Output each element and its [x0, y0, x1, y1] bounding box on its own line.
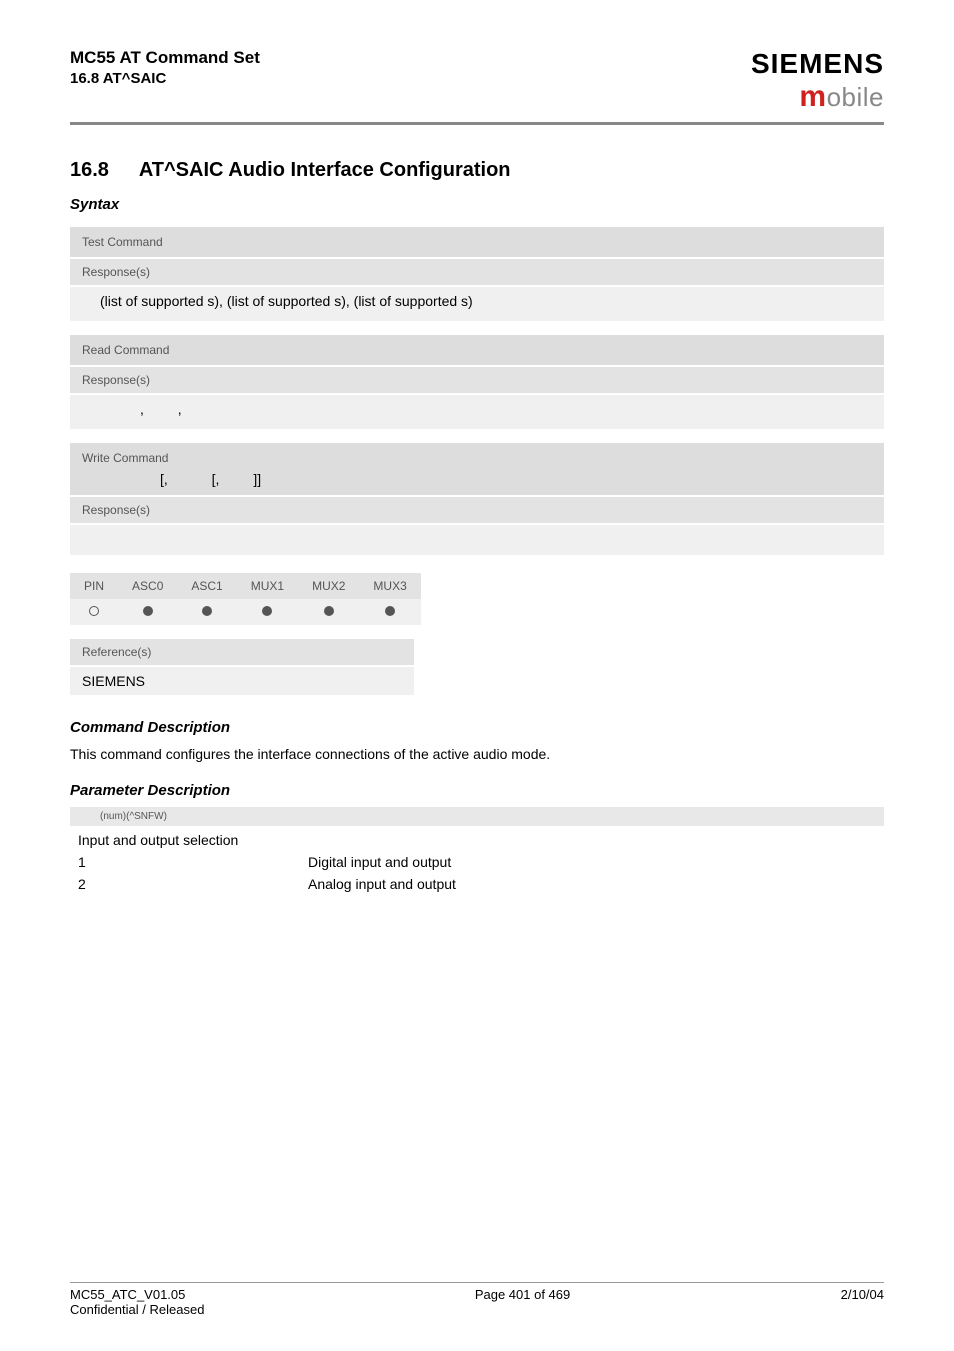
write-command-block: Write Command [, [, ]] Response(s): [70, 443, 884, 555]
support-col-asc1: ASC1: [177, 573, 236, 599]
parameter-bar: (num)(^SNFW): [70, 807, 884, 826]
support-col-mux2: MUX2: [298, 573, 359, 599]
reference-body: SIEMENS: [70, 667, 414, 695]
support-col-asc0: ASC0: [118, 573, 177, 599]
header-left: MC55 AT Command Set 16.8 AT^SAIC: [70, 48, 260, 87]
syntax-heading: Syntax: [70, 196, 884, 213]
support-val-asc0: [118, 599, 177, 625]
write-command-head: Write Command [, [, ]]: [70, 443, 884, 497]
parameter-value: Digital input and output: [308, 854, 451, 870]
support-col-mux3: MUX3: [359, 573, 420, 599]
doc-subtitle: 16.8 AT^SAIC: [70, 70, 260, 87]
siemens-wordmark: SIEMENS: [751, 48, 884, 80]
brand-logo: SIEMENS mobile: [751, 48, 884, 114]
parameter-key: 1: [78, 854, 308, 870]
parameter-value: Analog input and output: [308, 876, 456, 892]
support-val-mux1: [237, 599, 298, 625]
parameter-row: 2 Analog input and output: [78, 876, 884, 892]
reference-block: Reference(s) SIEMENS: [70, 639, 414, 695]
support-col-pin: PIN: [70, 573, 118, 599]
test-command-head: Test Command: [70, 227, 884, 259]
footer-center: Page 401 of 469: [475, 1287, 570, 1317]
dot-filled-icon: [385, 606, 395, 616]
support-val-mux3: [359, 599, 420, 625]
command-description-text: This command configures the interface co…: [70, 746, 884, 762]
support-table: PIN ASC0 ASC1 MUX1 MUX2 MUX3: [70, 573, 884, 625]
command-description-heading: Command Description: [70, 719, 884, 736]
doc-title: MC55 AT Command Set: [70, 48, 260, 68]
footer-left: MC55_ATC_V01.05 Confidential / Released: [70, 1287, 204, 1317]
dot-filled-icon: [143, 606, 153, 616]
page-footer: MC55_ATC_V01.05 Confidential / Released …: [70, 1282, 884, 1317]
support-col-mux1: MUX1: [237, 573, 298, 599]
support-val-mux2: [298, 599, 359, 625]
test-response-label: Response(s): [70, 259, 884, 287]
header-rule: [70, 122, 884, 125]
parameter-description-heading: Parameter Description: [70, 782, 884, 799]
test-command-block: Test Command Response(s) (list of suppor…: [70, 227, 884, 321]
section-number: 16.8: [70, 159, 109, 181]
read-command-head: Read Command: [70, 335, 884, 367]
dot-filled-icon: [324, 606, 334, 616]
read-command-block: Read Command Response(s) , ,: [70, 335, 884, 429]
dot-filled-icon: [202, 606, 212, 616]
test-response-body: (list of supported s), (list of supporte…: [70, 287, 884, 321]
dot-filled-icon: [262, 606, 272, 616]
dot-empty-icon: [89, 606, 99, 616]
parameter-key: 2: [78, 876, 308, 892]
mobile-wordmark: mobile: [751, 80, 884, 114]
read-response-label: Response(s): [70, 367, 884, 395]
reference-head: Reference(s): [70, 639, 414, 667]
write-response-label: Response(s): [70, 497, 884, 525]
section-title: AT^SAIC Audio Interface Configuration: [139, 159, 511, 181]
section-heading: 16.8 AT^SAIC Audio Interface Configurati…: [70, 159, 884, 182]
write-response-body: [70, 525, 884, 555]
support-val-asc1: [177, 599, 236, 625]
parameter-row: 1 Digital input and output: [78, 854, 884, 870]
read-response-body: , ,: [70, 395, 884, 429]
footer-right: 2/10/04: [841, 1287, 884, 1317]
parameter-title: Input and output selection: [78, 832, 884, 848]
support-val-pin: [70, 599, 118, 625]
